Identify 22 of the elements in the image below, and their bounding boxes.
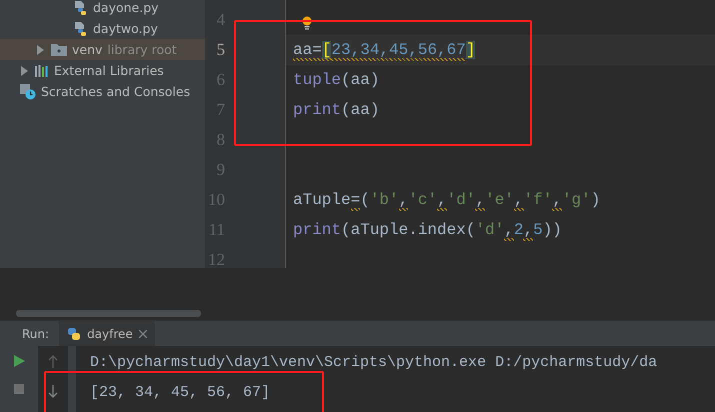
run-label: Run: (21, 326, 50, 340)
tree-item-label: External Libraries (54, 63, 164, 78)
console-output: [23, 34, 45, 56, 67] (90, 383, 272, 403)
code-line: aa=[23,34,45,56,67] (293, 41, 476, 59)
line-number: 5 (216, 39, 226, 61)
console-output: D:\pycharmstudy\day1\venv\Scripts\python.exe D:/pycharmstudy/da (90, 353, 658, 373)
tree-item-label: Scratches and Consoles (41, 84, 190, 99)
tree-item[interactable]: venv library root (0, 39, 205, 60)
run-tab[interactable]: dayfree (59, 321, 155, 346)
tree-item-label: daytwo.py (93, 21, 158, 36)
tree-item[interactable]: daytwo.py (0, 18, 205, 39)
tree-item[interactable]: dayone.py (0, 0, 205, 18)
tree-item-label: venv (72, 42, 102, 57)
code-line: aTuple=('b','c','d','e','f','g') (293, 191, 600, 209)
tree-item-note: library root (107, 42, 177, 57)
code-line: print(aTuple.index('d',2,5)) (293, 221, 562, 239)
tab-label: dayfree (87, 326, 133, 340)
code-line: tuple(aa) (293, 71, 380, 89)
tree-item[interactable]: External Libraries (0, 60, 205, 81)
tree-item[interactable]: Scratches and Consoles (0, 81, 205, 102)
code-line: print(aa) (293, 101, 380, 119)
tree-item-label: dayone.py (93, 0, 159, 15)
